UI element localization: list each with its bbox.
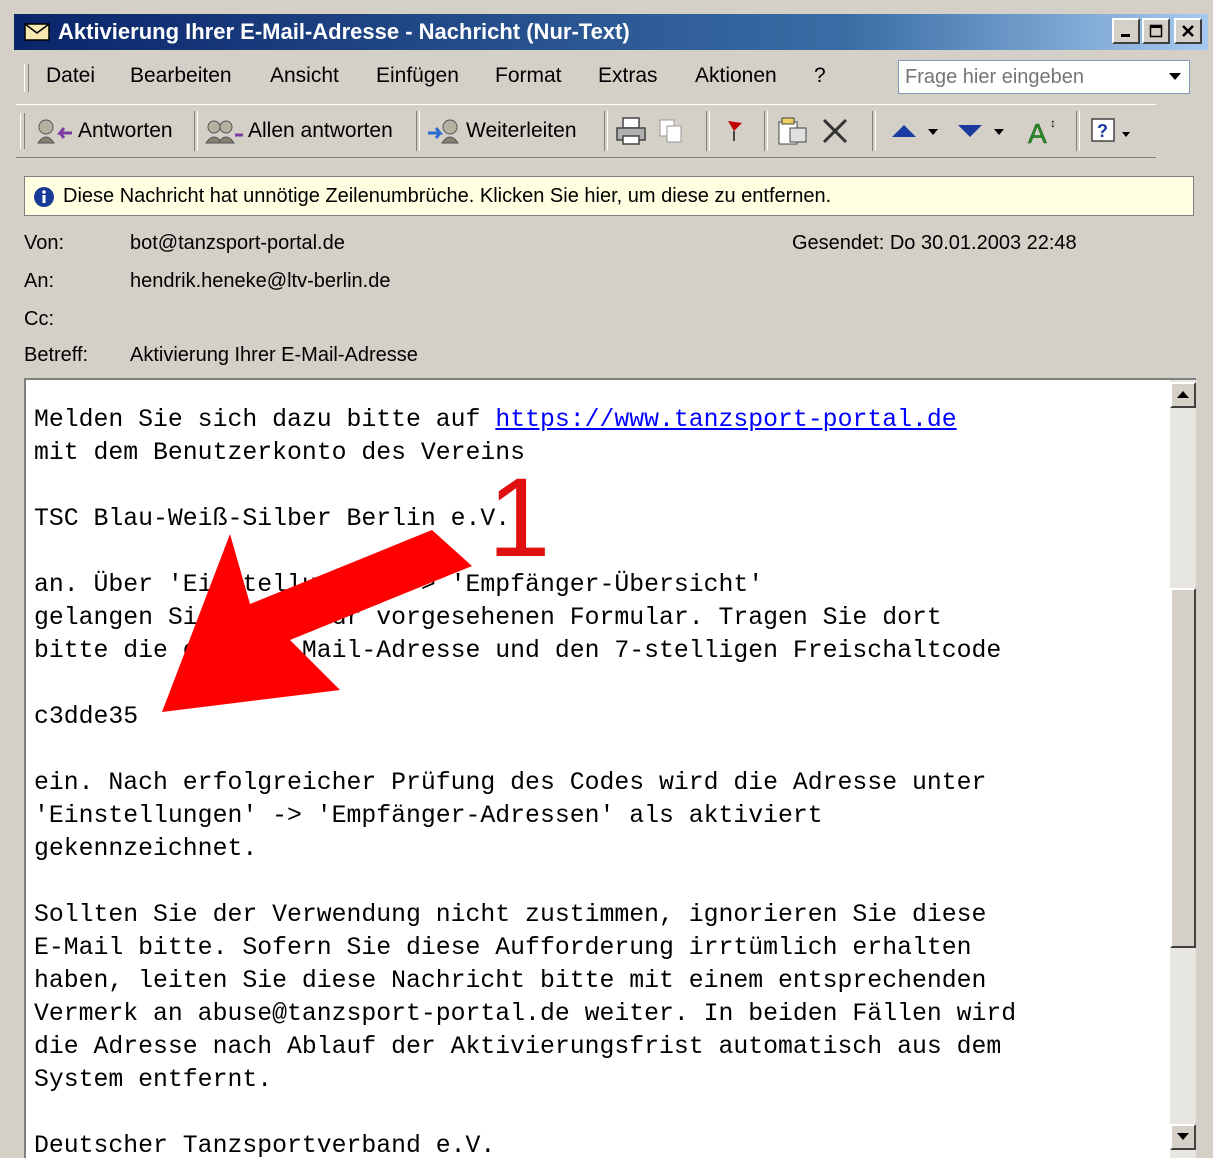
- portal-link[interactable]: https://www.tanzsport-portal.de: [495, 406, 956, 434]
- to-label: An:: [24, 270, 55, 292]
- window-title: Aktivierung Ihrer E-Mail-Adresse - Nachr…: [58, 19, 630, 44]
- ask-question-box[interactable]: [898, 60, 1190, 94]
- body-line: ein. Nach erfolgreicher Prüfung des Code…: [34, 769, 987, 797]
- chevron-up-icon: [1177, 391, 1189, 398]
- message-body[interactable]: Melden Sie sich dazu bitte auf https://w…: [24, 378, 1196, 1158]
- svg-text:A: A: [1028, 118, 1047, 147]
- menu-einfuegen[interactable]: Einfügen: [376, 64, 459, 88]
- svg-text:↕: ↕: [1050, 116, 1056, 130]
- unneeded-line-breaks-infobar[interactable]: Diese Nachricht hat unnötige Zeilenumbrü…: [24, 176, 1194, 216]
- from-label: Von:: [24, 232, 65, 254]
- infobar-text: Diese Nachricht hat unnötige Zeilenumbrü…: [63, 185, 832, 207]
- print-button[interactable]: [614, 113, 648, 149]
- toolbar-separator: [416, 111, 420, 151]
- forward-label: Weiterleiten: [466, 119, 577, 142]
- body-line: Vermerk an abuse@tanzsport-portal.de wei…: [34, 1000, 1017, 1028]
- reply-icon: [37, 119, 72, 144]
- cc-label: Cc:: [24, 308, 54, 330]
- down-arrow-icon: [958, 125, 1004, 137]
- activation-code: c3dde35: [34, 703, 139, 731]
- minimize-icon: [1121, 34, 1130, 37]
- up-arrow-icon: [892, 125, 938, 137]
- body-line: System entfernt.: [34, 1066, 273, 1094]
- menu-grip: [24, 64, 29, 92]
- chevron-down-icon: [1177, 1133, 1189, 1140]
- printer-icon: [616, 117, 646, 145]
- reply-label: Antworten: [78, 119, 173, 142]
- menu-format[interactable]: Format: [495, 64, 562, 88]
- toolbar-separator: [872, 111, 876, 151]
- reply-all-icon: [205, 120, 243, 144]
- copy-button[interactable]: [656, 113, 686, 149]
- close-button[interactable]: [1174, 18, 1202, 44]
- menu-aktionen[interactable]: Aktionen: [695, 64, 777, 88]
- next-item-button[interactable]: [954, 113, 1010, 149]
- svg-text:?: ?: [1097, 121, 1108, 141]
- maximize-button[interactable]: [1142, 18, 1170, 44]
- body-line: mit dem Benutzerkonto des Vereins: [34, 439, 526, 467]
- toolbar-separator: [1076, 111, 1080, 151]
- menu-extras[interactable]: Extras: [598, 64, 658, 88]
- body-line: die Adresse nach Ablauf der Aktivierungs…: [34, 1033, 1002, 1061]
- close-icon: [1182, 25, 1194, 37]
- ask-dropdown-button[interactable]: [1161, 61, 1189, 93]
- scroll-up-button[interactable]: [1170, 382, 1196, 408]
- body-line: haben, leiten Sie diese Nachricht bitte …: [34, 967, 987, 995]
- menu-ansicht[interactable]: Ansicht: [270, 64, 339, 88]
- reply-all-button[interactable]: Allen antworten: [204, 113, 393, 149]
- move-folder-icon: [778, 117, 807, 145]
- from-value[interactable]: bot@tanzsport-portal.de: [130, 232, 345, 255]
- help-button[interactable]: ?: [1088, 113, 1138, 149]
- address-book-button[interactable]: A ↕: [1024, 113, 1064, 149]
- toolbar-separator: [706, 111, 710, 151]
- info-icon: [34, 187, 54, 207]
- body-line: gekennzeichnet.: [34, 835, 258, 863]
- toolbar-separator: [604, 111, 608, 151]
- forward-button[interactable]: Weiterleiten: [426, 113, 577, 149]
- to-value[interactable]: hendrik.heneke@ltv-berlin.de: [130, 270, 390, 293]
- reply-all-label: Allen antworten: [248, 119, 393, 142]
- message-text: Melden Sie sich dazu bitte auf https://w…: [34, 404, 1154, 1158]
- copy-icon: [659, 119, 682, 143]
- scrollbar-thumb[interactable]: [1170, 588, 1196, 948]
- body-line: TSC Blau-Weiß-Silber Berlin e.V.: [34, 505, 511, 533]
- forward-icon: [428, 119, 459, 144]
- font-size-icon: A ↕: [1028, 116, 1056, 147]
- envelope-icon: [24, 23, 50, 41]
- flag-icon: [728, 121, 742, 141]
- vertical-scrollbar[interactable]: [1170, 380, 1196, 1158]
- body-line: E-Mail bitte. Sofern Sie diese Aufforder…: [34, 934, 972, 962]
- body-line: Sollten Sie der Verwendung nicht zustimm…: [34, 901, 987, 929]
- reply-button[interactable]: Antworten: [34, 113, 173, 149]
- scroll-down-button[interactable]: [1170, 1124, 1196, 1150]
- minimize-button[interactable]: [1112, 18, 1140, 44]
- maximize-icon: [1149, 24, 1163, 38]
- title-bar: Aktivierung Ihrer E-Mail-Adresse - Nachr…: [14, 14, 1208, 50]
- subject-label: Betreff:: [24, 344, 89, 366]
- toolbar-separator: [764, 111, 768, 151]
- sent-date: Gesendet: Do 30.01.2003 22:48: [792, 232, 1077, 254]
- toolbar: Antworten Allen antworten Weiterleiten A…: [16, 104, 1156, 158]
- menu-datei[interactable]: Datei: [46, 64, 95, 88]
- delete-button[interactable]: [820, 113, 850, 149]
- previous-item-button[interactable]: [888, 113, 944, 149]
- body-line: an. Über 'Einstellungen' -> 'Empfänger-Ü…: [34, 571, 764, 599]
- follow-up-flag-button[interactable]: [722, 113, 746, 149]
- toolbar-separator: [194, 111, 198, 151]
- menu-bar: Datei Bearbeiten Ansicht Einfügen Format…: [18, 58, 1206, 98]
- menu-bearbeiten[interactable]: Bearbeiten: [130, 64, 232, 88]
- help-icon: ?: [1091, 118, 1130, 142]
- body-line: Melden Sie sich dazu bitte auf: [34, 406, 496, 434]
- delete-x-icon: [822, 118, 848, 144]
- move-to-folder-button[interactable]: [776, 113, 810, 149]
- body-line: bitte die obige E-Mail-Adresse und den 7…: [34, 637, 1002, 665]
- body-line: Deutscher Tanzsportverband e.V.: [34, 1132, 496, 1158]
- body-line: gelangen Sie zum dafür vorgesehenen Form…: [34, 604, 942, 632]
- body-line: 'Einstellungen' -> 'Empfänger-Adressen' …: [34, 802, 823, 830]
- toolbar-grip: [20, 113, 25, 149]
- chevron-down-icon: [1169, 73, 1181, 80]
- subject-value: Aktivierung Ihrer E-Mail-Adresse: [130, 344, 418, 366]
- menu-help[interactable]: ?: [814, 64, 826, 88]
- ask-question-input[interactable]: [899, 61, 1155, 93]
